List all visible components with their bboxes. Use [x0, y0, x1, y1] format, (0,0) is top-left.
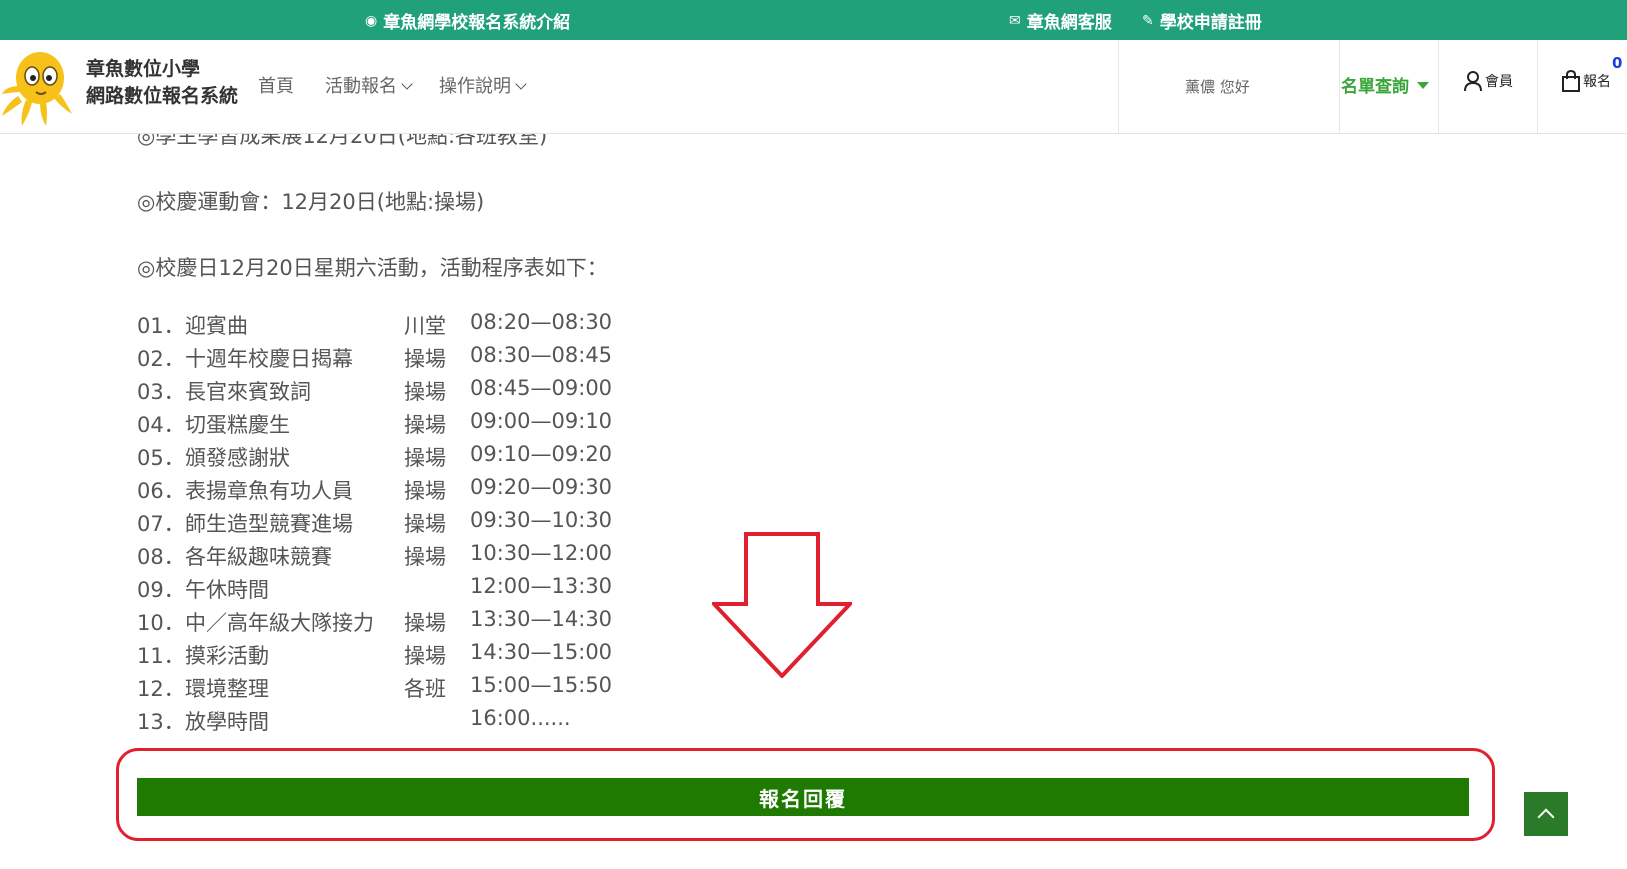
- schedule-place: 操場: [404, 479, 446, 503]
- sports-day-line: ◎校慶運動會：12月20日(地點:操場): [137, 190, 485, 214]
- schedule-time: 08:20—08:30: [470, 310, 613, 334]
- globe-icon: ◉: [365, 12, 378, 29]
- service-link[interactable]: ✉ 章魚網客服: [1009, 8, 1112, 34]
- schedule-place: 操場: [404, 512, 446, 536]
- list-query-dropdown[interactable]: 名單查詢: [1341, 72, 1429, 97]
- schedule-number: 12．: [137, 677, 185, 701]
- schedule-place: 操場: [404, 611, 446, 635]
- header-divider: [1537, 40, 1538, 133]
- register-link-label: 學校申請註冊: [1159, 13, 1262, 33]
- list-query-label: 名單查詢: [1341, 77, 1409, 97]
- chevron-up-icon: [1537, 808, 1555, 826]
- octopus-logo[interactable]: [0, 46, 72, 126]
- schedule-time: 09:00—09:10: [470, 409, 613, 433]
- user-icon: [1464, 71, 1482, 92]
- nav-activity-label: 活動報名: [325, 76, 397, 97]
- schedule-activity: 各年級趣味競賽: [185, 545, 332, 569]
- schedule-number: 07．: [137, 512, 185, 536]
- nav-help-label: 操作說明: [439, 76, 511, 97]
- schedule-time: 08:45—09:00: [470, 376, 613, 400]
- nav-help[interactable]: 操作說明: [439, 72, 527, 98]
- intro-link-label: 章魚網學校報名系統介紹: [383, 13, 571, 33]
- schedule-time: 09:10—09:20: [470, 442, 613, 466]
- schedule-activity: 放學時間: [185, 710, 269, 734]
- nav-home-label: 首頁: [258, 76, 294, 97]
- signup-reply-button[interactable]: 報名回覆: [137, 778, 1469, 816]
- schedule-number: 08．: [137, 545, 185, 569]
- header-divider: [1438, 40, 1439, 133]
- service-link-label: 章魚網客服: [1026, 13, 1112, 33]
- schedule-number: 09．: [137, 578, 185, 602]
- schedule-place: 川堂: [404, 314, 446, 338]
- schedule-activity: 長官來賓致詞: [185, 380, 311, 404]
- schedule-time: 09:20—09:30: [470, 475, 613, 499]
- schedule-number: 03．: [137, 380, 185, 404]
- schedule-place: 操場: [404, 380, 446, 404]
- schedule-place: 操場: [404, 347, 446, 371]
- shopping-bag-icon: [1562, 70, 1580, 92]
- schedule-number: 10．: [137, 611, 185, 635]
- nav-activity[interactable]: 活動報名: [325, 72, 413, 98]
- schedule-place: 操場: [404, 545, 446, 569]
- main-content: ◎學生學習成果展12月20日(地點:各班教室) ◎校慶運動會：12月20日(地點…: [0, 134, 1627, 869]
- chevron-down-icon: [515, 78, 527, 90]
- schedule-number: 04．: [137, 413, 185, 437]
- schedule-number: 05．: [137, 446, 185, 470]
- schedule-time: 12:00—13:30: [470, 574, 613, 598]
- program-intro-line: ◎校慶日12月20日星期六活動，活動程序表如下：: [137, 256, 608, 280]
- schedule-place: 操場: [404, 644, 446, 668]
- schedule-number: 06．: [137, 479, 185, 503]
- back-to-top-button[interactable]: [1524, 792, 1568, 836]
- cart-button[interactable]: 報名: [1561, 70, 1611, 92]
- cart-count-badge: 0: [1612, 54, 1623, 72]
- schedule-time: 15:00—15:50: [470, 673, 613, 697]
- schedule-activity: 環境整理: [185, 677, 269, 701]
- nav-home[interactable]: 首頁: [258, 72, 294, 98]
- schedule-activity: 中／高年級大隊接力: [185, 611, 374, 635]
- schedule-activity: 師生造型競賽進場: [185, 512, 353, 536]
- schedule-place: 各班: [404, 677, 446, 701]
- schedule-activity: 迎賓曲: [185, 314, 248, 338]
- schedule-activity: 摸彩活動: [185, 644, 269, 668]
- member-button[interactable]: 會員: [1463, 70, 1513, 92]
- header-divider: [1118, 40, 1119, 133]
- schedule-number: 02．: [137, 347, 185, 371]
- greeting-text: 薰儂 您好: [1185, 78, 1250, 96]
- schedule-time: 10:30—12:00: [470, 541, 613, 565]
- register-link[interactable]: ✎ 學校申請註冊: [1142, 8, 1262, 34]
- pencil-icon: ✎: [1142, 12, 1154, 29]
- site-header: 章魚數位小學 網路數位報名系統 首頁 活動報名 操作說明 薰儂 您好 名單查詢 …: [0, 40, 1627, 134]
- schedule-activity: 頒發感謝狀: [185, 446, 290, 470]
- chevron-down-icon: [401, 78, 413, 90]
- schedule-number: 13．: [137, 710, 185, 734]
- down-arrow-annotation: [712, 532, 852, 678]
- mail-icon: ✉: [1009, 12, 1021, 29]
- schedule-place: 操場: [404, 446, 446, 470]
- top-bar: ◉ 章魚網學校報名系統介紹 ✉ 章魚網客服 ✎ 學校申請註冊: [0, 0, 1627, 40]
- schedule-time: 14:30—15:00: [470, 640, 613, 664]
- schedule-time: 09:30—10:30: [470, 508, 613, 532]
- caret-down-icon: [1417, 82, 1429, 89]
- cart-label: 報名: [1583, 74, 1611, 90]
- exhibition-line: ◎學生學習成果展12月20日(地點:各班教室): [137, 134, 548, 148]
- schedule-place: 操場: [404, 413, 446, 437]
- school-name: 章魚數位小學 網路數位報名系統: [86, 56, 238, 110]
- school-name-line2: 網路數位報名系統: [86, 85, 239, 107]
- schedule-number: 01．: [137, 314, 185, 338]
- member-label: 會員: [1485, 74, 1513, 90]
- schedule-time: 13:30—14:30: [470, 607, 613, 631]
- intro-link[interactable]: ◉ 章魚網學校報名系統介紹: [365, 8, 571, 34]
- schedule-time: 16:00......: [470, 706, 571, 730]
- header-divider: [1339, 40, 1340, 133]
- schedule-number: 11．: [137, 644, 185, 668]
- schedule-activity: 表揚章魚有功人員: [185, 479, 353, 503]
- schedule-activity: 午休時間: [185, 578, 269, 602]
- schedule-activity: 十週年校慶日揭幕: [185, 347, 353, 371]
- schedule-activity: 切蛋糕慶生: [185, 413, 290, 437]
- schedule-time: 08:30—08:45: [470, 343, 613, 367]
- school-name-line1: 章魚數位小學: [86, 58, 201, 80]
